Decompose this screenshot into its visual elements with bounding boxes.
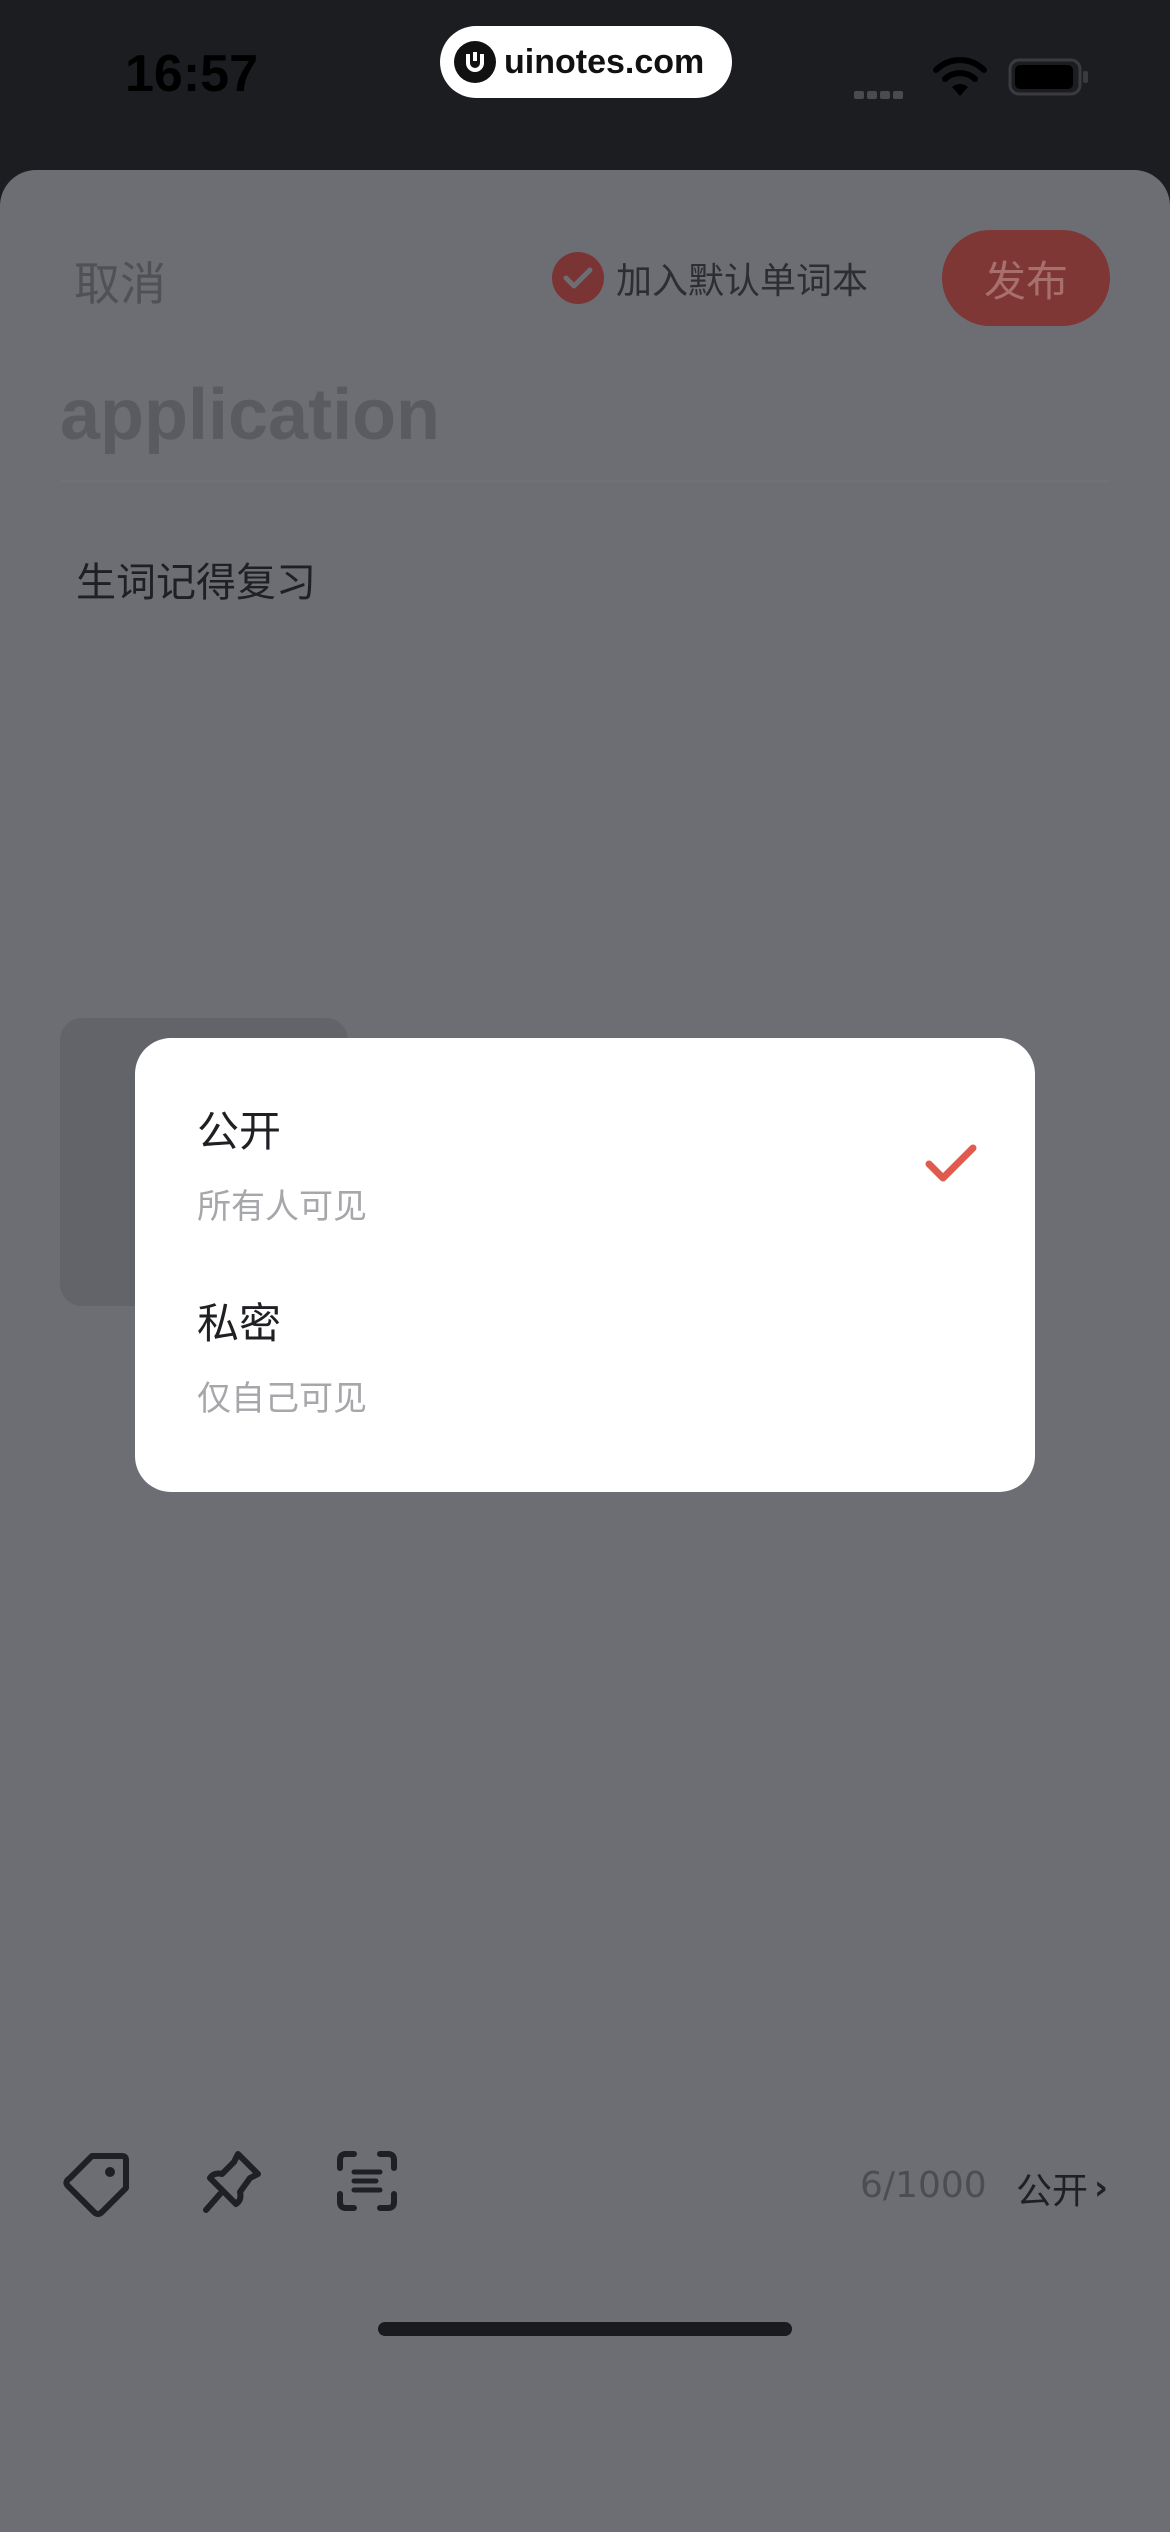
visibility-label: 公开 — [1016, 2171, 1089, 2212]
add-to-default-label: 加入默认单词本 — [616, 261, 869, 302]
watermark-badge: uinotes.com — [440, 26, 732, 98]
tag-icon[interactable] — [62, 2148, 132, 2222]
chevron-right-icon: › — [1094, 2168, 1109, 2208]
cancel-button[interactable]: 取消 — [74, 248, 166, 314]
visibility-option-private[interactable]: 私密 仅自己可见 — [197, 1290, 977, 1460]
option-subtitle: 仅自己可见 — [197, 1379, 367, 1419]
add-to-default-wordbook-toggle[interactable]: 加入默认单词本 — [552, 252, 868, 304]
option-title: 私密 — [197, 1299, 282, 1348]
note-textarea[interactable]: 生词记得复习 — [76, 550, 316, 608]
visibility-selector[interactable]: 公开 › — [1016, 2162, 1108, 2214]
battery-icon — [1008, 58, 1090, 100]
option-title: 公开 — [197, 1107, 282, 1156]
checkmark-circle-icon — [552, 252, 604, 304]
wifi-icon — [932, 56, 988, 102]
publish-button[interactable]: 发布 — [942, 230, 1110, 326]
watermark-text: uinotes.com — [504, 42, 705, 81]
visibility-option-public[interactable]: 公开 所有人可见 — [197, 1098, 977, 1268]
word-title-input[interactable]: application — [60, 374, 440, 456]
character-count: 6/1000 — [860, 2165, 987, 2206]
pin-icon[interactable] — [198, 2148, 264, 2222]
title-divider — [60, 480, 1110, 482]
option-subtitle: 所有人可见 — [197, 1187, 367, 1227]
scan-text-icon[interactable] — [336, 2150, 398, 2216]
status-time: 16:57 — [125, 45, 258, 103]
home-indicator — [378, 2322, 792, 2336]
visibility-dialog: 公开 所有人可见 私密 仅自己可见 — [135, 1038, 1035, 1492]
cellular-signal-icon — [854, 84, 906, 103]
watermark-logo-icon — [454, 41, 496, 83]
selected-check-icon — [925, 1144, 977, 1188]
status-bar: 16:57 uinotes.com — [0, 0, 1170, 170]
